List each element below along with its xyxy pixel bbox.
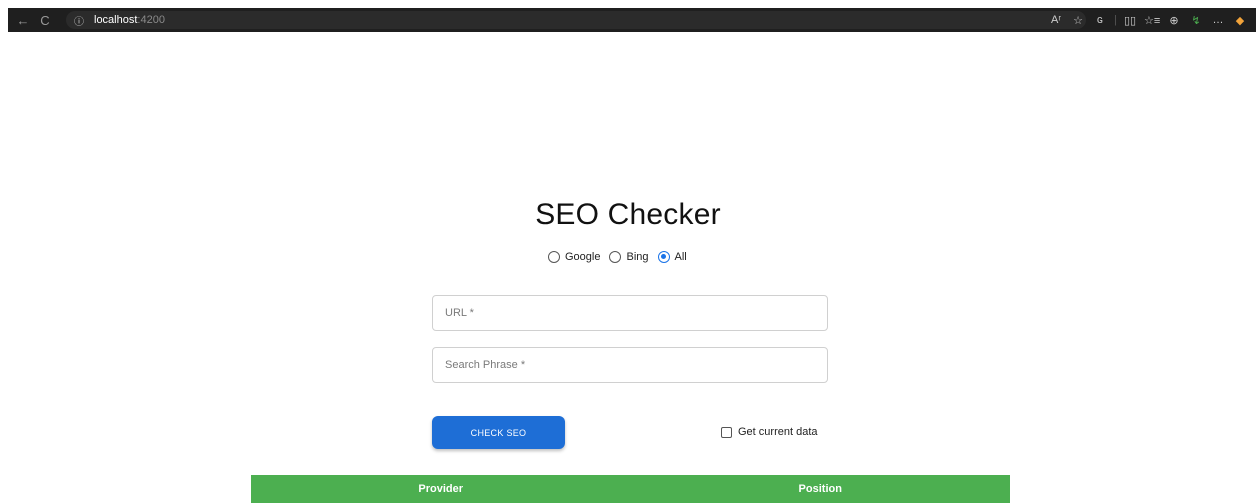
address-host: localhost <box>94 14 138 26</box>
browser-toolbar: ← C ⓘ localhost:4200 Aʳ ☆ ɢ | ▯▯ ☆≡ ⊕ ↯ … <box>8 8 1256 32</box>
radio-button-all[interactable] <box>657 251 670 263</box>
get-current-data-option[interactable]: Get current data <box>721 426 818 438</box>
search-phrase-field <box>432 347 828 383</box>
radio-label-all: All <box>674 251 687 263</box>
back-arrow-icon[interactable]: ← <box>12 8 34 32</box>
extension-icon[interactable]: ↯ <box>1188 14 1204 27</box>
radio-google[interactable]: Google <box>548 251 600 263</box>
results-table-header: Provider Position <box>251 475 1010 503</box>
radio-button-google[interactable] <box>548 251 560 263</box>
more-options-icon[interactable]: … <box>1210 14 1226 26</box>
url-field <box>432 295 828 331</box>
read-aloud-icon[interactable]: Aʳ <box>1048 14 1064 26</box>
split-screen-icon[interactable]: ▯▯ <box>1122 14 1138 27</box>
address-port: :4200 <box>137 14 165 26</box>
column-header-provider: Provider <box>418 483 464 495</box>
radio-button-bing[interactable] <box>609 251 622 263</box>
info-icon[interactable]: ⓘ <box>74 13 84 28</box>
extension-g-icon[interactable]: ɢ <box>1092 14 1108 26</box>
radio-label-google: Google <box>565 251 601 263</box>
page-title: SEO Checker <box>535 198 721 231</box>
radio-label-bing: Bing <box>626 251 649 263</box>
refresh-icon[interactable]: C <box>34 8 56 32</box>
provider-radio-group: Google Bing All <box>548 251 690 263</box>
get-current-data-label: Get current data <box>738 426 818 438</box>
search-phrase-input[interactable] <box>433 348 827 382</box>
address-bar[interactable]: ⓘ localhost:4200 <box>66 11 1086 29</box>
favorites-icon[interactable]: ☆≡ <box>1144 14 1160 27</box>
favorite-star-icon[interactable]: ☆ <box>1070 14 1086 27</box>
radio-bing[interactable]: Bing <box>609 251 649 263</box>
toolbar-separator: | <box>1114 14 1117 26</box>
radio-all[interactable]: All <box>657 251 687 263</box>
get-current-data-checkbox[interactable] <box>721 426 732 438</box>
copilot-icon[interactable]: ◆ <box>1232 14 1248 27</box>
url-input[interactable] <box>433 296 827 330</box>
column-header-position: Position <box>798 483 842 495</box>
browser-tools: Aʳ ☆ ɢ | ▯▯ ☆≡ ⊕ ↯ … ◆ <box>1048 8 1248 32</box>
check-seo-button[interactable]: CHECK SEO <box>432 416 565 449</box>
collections-icon[interactable]: ⊕ <box>1166 14 1182 27</box>
